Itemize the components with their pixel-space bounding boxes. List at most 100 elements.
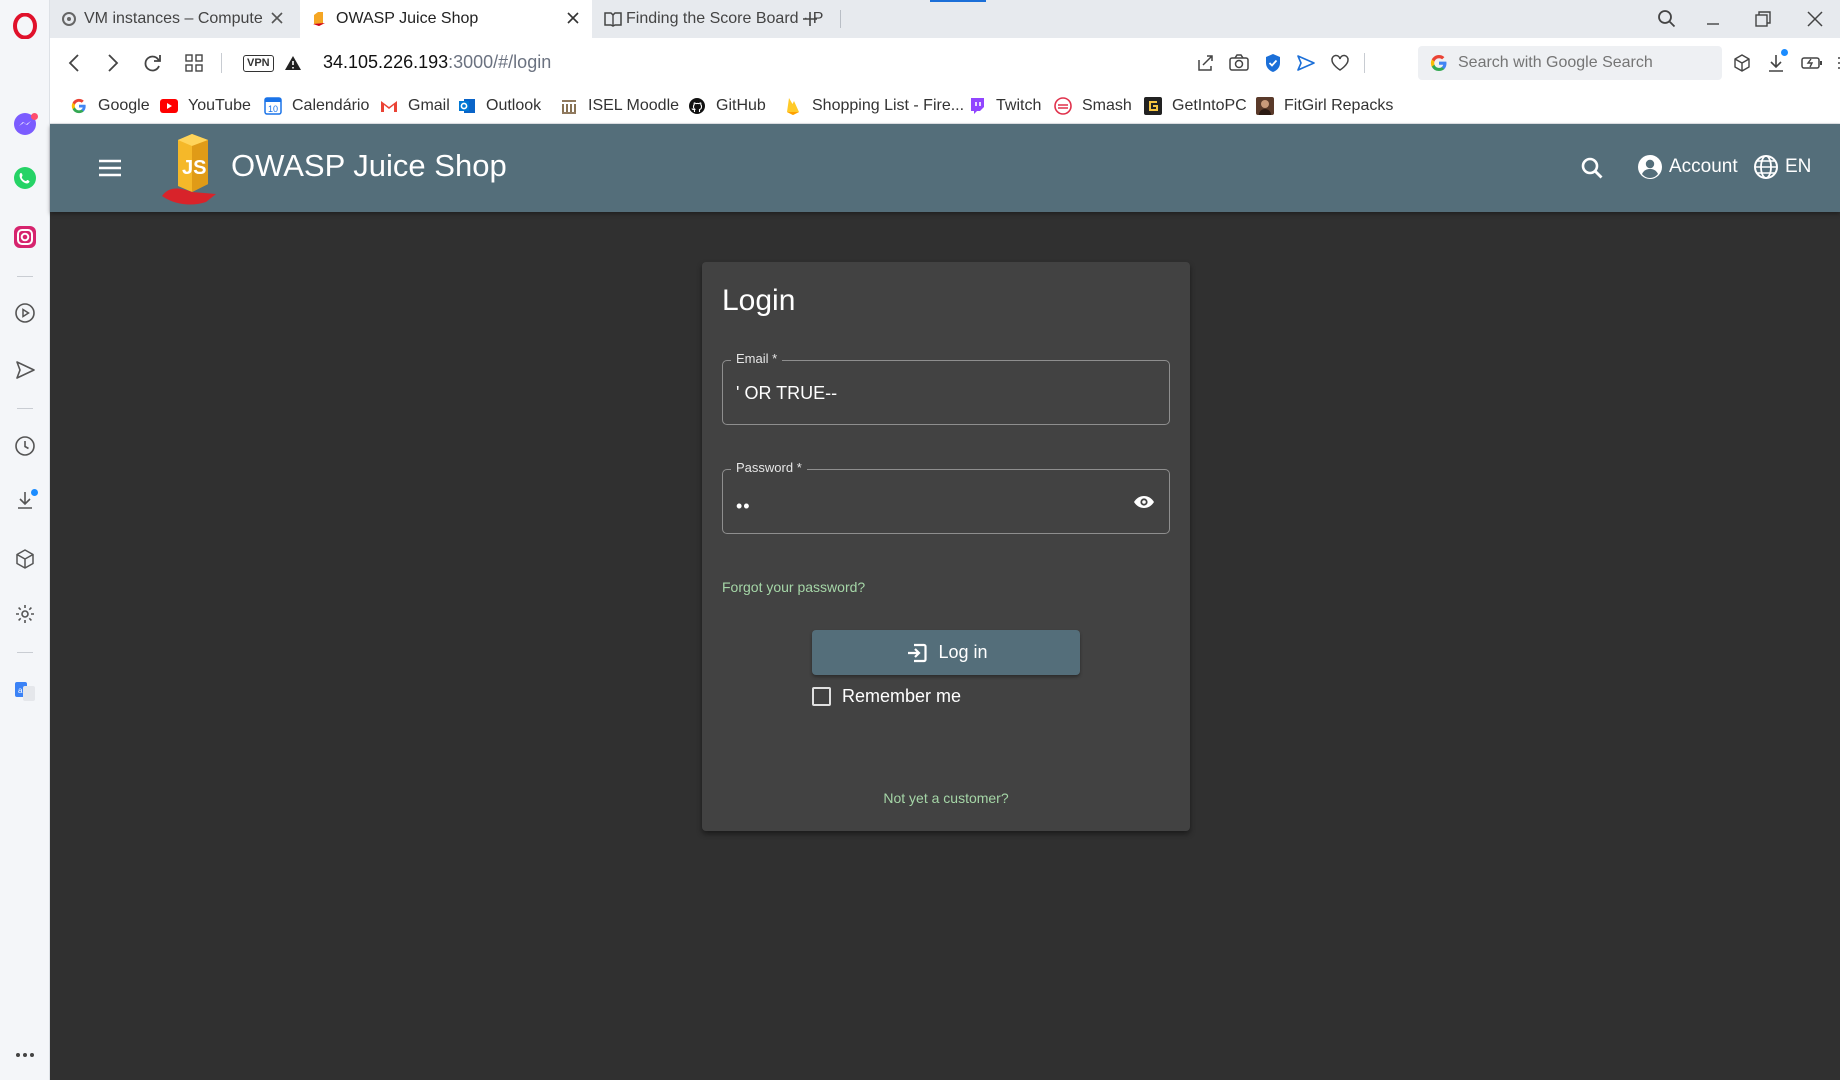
- tab-search-icon[interactable]: [1644, 0, 1690, 38]
- tab-strip: VM instances – Compute Er OWASP Juice Sh…: [50, 0, 1840, 38]
- settings-icon[interactable]: [0, 594, 50, 634]
- bookmark-getintopc[interactable]: GetIntoPC: [1144, 96, 1247, 116]
- bookmark-label: Shopping List - Fire...: [812, 97, 965, 114]
- bookmark-label: GetIntoPC: [1172, 97, 1247, 114]
- tab-divider: [840, 10, 841, 28]
- close-tab-icon[interactable]: [268, 9, 286, 27]
- forward-button[interactable]: [99, 50, 127, 76]
- reload-button[interactable]: [139, 50, 167, 76]
- bookmark-label: Outlook: [486, 97, 542, 114]
- download-icon[interactable]: [1764, 49, 1788, 75]
- password-field[interactable]: Password * ••: [722, 460, 1170, 534]
- email-field[interactable]: Email * ' OR TRUE--: [722, 351, 1170, 425]
- nav-divider: [1364, 53, 1365, 73]
- forgot-password-link[interactable]: Forgot your password?: [722, 579, 865, 595]
- juice-shop-logo[interactable]: JS: [158, 132, 224, 206]
- messenger-icon[interactable]: [0, 104, 50, 144]
- more-icon[interactable]: [0, 1035, 50, 1075]
- juice-shop-icon: [310, 10, 328, 28]
- download-badge: [1781, 49, 1788, 56]
- history-icon[interactable]: [0, 426, 50, 466]
- send-icon[interactable]: [0, 350, 50, 390]
- bookmark-isel-moodle[interactable]: ISEL Moodle: [560, 96, 679, 116]
- email-value[interactable]: ' OR TRUE--: [736, 383, 837, 404]
- share-icon[interactable]: [1193, 51, 1217, 75]
- easy-setup-icon[interactable]: [1834, 51, 1840, 75]
- remember-me-checkbox[interactable]: Remember me: [812, 684, 961, 708]
- close-window-button[interactable]: [1792, 0, 1838, 38]
- app-title[interactable]: OWASP Juice Shop: [231, 148, 507, 184]
- tab-vm-instances[interactable]: VM instances – Compute Er: [50, 0, 296, 38]
- new-tab-button[interactable]: [796, 6, 824, 32]
- heart-icon[interactable]: [1328, 51, 1352, 75]
- bookmark-label: Smash: [1082, 97, 1132, 114]
- close-tab-icon[interactable]: [564, 9, 582, 27]
- password-label: Password *: [731, 460, 807, 475]
- player-icon[interactable]: [0, 293, 50, 333]
- bookmark-calendario[interactable]: 10 Calendário: [264, 96, 369, 116]
- login-button[interactable]: Log in: [812, 630, 1080, 675]
- speed-dial-icon[interactable]: [180, 50, 208, 76]
- login-heading: Login: [722, 284, 796, 317]
- cube-icon[interactable]: [0, 539, 50, 579]
- email-label: Email *: [731, 351, 783, 366]
- outlook-icon: [458, 97, 476, 115]
- address-bar[interactable]: 34.105.226.193:3000/#/login: [323, 52, 551, 73]
- account-button[interactable]: Account: [1637, 151, 1738, 183]
- calendar-badge: 10: [268, 104, 278, 114]
- shield-icon[interactable]: [1261, 51, 1285, 75]
- google-icon: [70, 97, 88, 115]
- bookmark-youtube[interactable]: YouTube: [160, 96, 251, 116]
- downloads-icon[interactable]: [0, 480, 50, 520]
- bookmark-label: Twitch: [996, 97, 1042, 114]
- search-input[interactable]: [1458, 54, 1708, 72]
- getintopc-icon: [1144, 97, 1162, 115]
- show-password-eye-icon[interactable]: [1131, 490, 1157, 514]
- extension-cube-icon[interactable]: [1730, 51, 1754, 75]
- bookmark-shopping-list[interactable]: Shopping List - Fire...: [784, 96, 964, 116]
- search-icon[interactable]: [1576, 152, 1608, 184]
- opera-logo-icon[interactable]: [0, 6, 50, 46]
- whatsapp-icon[interactable]: [0, 158, 50, 198]
- fitgirl-icon: [1256, 97, 1274, 115]
- bookmark-github[interactable]: GitHub: [688, 96, 766, 116]
- translate-icon[interactable]: a: [0, 671, 50, 711]
- back-button[interactable]: [60, 50, 88, 76]
- minimize-button[interactable]: [1690, 0, 1736, 38]
- google-search-box[interactable]: [1418, 46, 1722, 80]
- gcp-icon: [60, 10, 78, 28]
- bookmark-outlook[interactable]: Outlook: [458, 96, 541, 116]
- vpn-badge[interactable]: VPN: [243, 55, 274, 72]
- bookmark-smash[interactable]: Smash: [1054, 96, 1132, 116]
- language-button[interactable]: EN: [1753, 151, 1811, 183]
- login-card: Login Email * ' OR TRUE-- Password * •• …: [702, 262, 1190, 831]
- language-label: EN: [1785, 156, 1812, 177]
- login-exit-icon: [904, 640, 930, 666]
- battery-saver-icon[interactable]: [1800, 51, 1824, 75]
- flow-send-icon[interactable]: [1294, 51, 1318, 75]
- bookmark-fitgirl-repacks[interactable]: FitGirl Repacks: [1256, 96, 1393, 116]
- account-circle-icon: [1637, 154, 1663, 180]
- sidebar-divider: [17, 276, 33, 277]
- page-content: JS OWASP Juice Shop Account EN Login Ema…: [50, 124, 1840, 1080]
- checkbox-box[interactable]: [812, 686, 831, 706]
- bookmark-label: YouTube: [188, 97, 251, 114]
- bookmark-label: ISEL Moodle: [588, 97, 680, 114]
- warning-icon[interactable]: [279, 50, 307, 76]
- password-value[interactable]: ••: [736, 496, 751, 517]
- youtube-icon: [160, 97, 178, 115]
- bookmarks-bar: Google YouTube 10 Calendário Gmail Outlo…: [50, 88, 1840, 124]
- bookmark-twitch[interactable]: Twitch: [968, 96, 1041, 116]
- camera-icon[interactable]: [1227, 51, 1251, 75]
- bookmark-gmail[interactable]: Gmail: [380, 96, 450, 116]
- svg-text:JS: JS: [182, 157, 206, 179]
- hamburger-menu-icon[interactable]: [92, 150, 128, 186]
- google-icon: [1430, 54, 1448, 72]
- bookmark-google[interactable]: Google: [70, 96, 150, 116]
- globe-icon: [1753, 154, 1779, 180]
- tab-owasp-juice-shop[interactable]: OWASP Juice Shop: [300, 0, 592, 38]
- register-link[interactable]: Not yet a customer?: [702, 790, 1190, 806]
- nav-divider: [221, 53, 222, 73]
- restore-button[interactable]: [1740, 0, 1786, 38]
- instagram-icon[interactable]: [0, 217, 50, 257]
